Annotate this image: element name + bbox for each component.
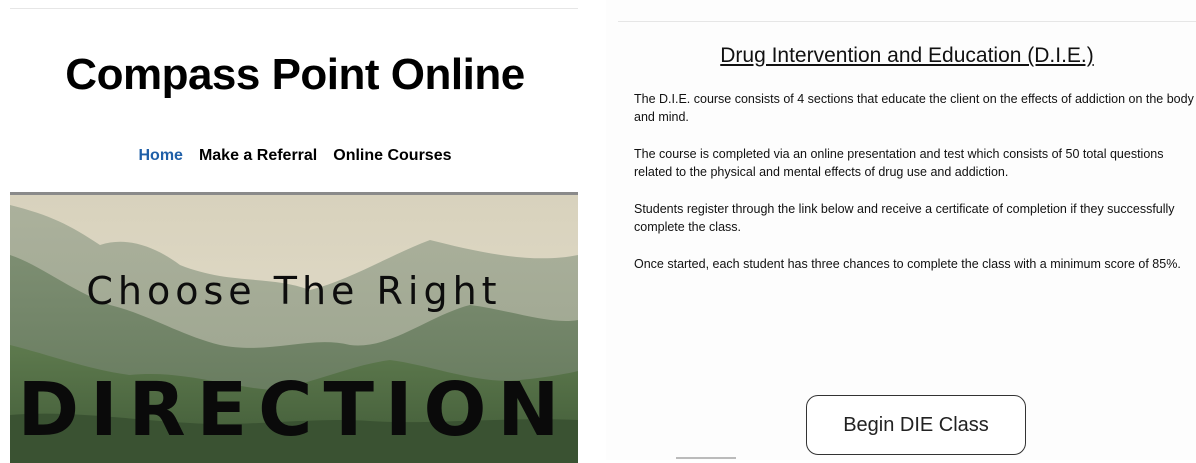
divider bbox=[10, 8, 578, 9]
hero-headline: Choose The Right bbox=[86, 269, 502, 313]
course-description: The D.I.E. course consists of 4 sections… bbox=[634, 90, 1194, 292]
nav-item-online-courses[interactable]: Online Courses bbox=[333, 147, 451, 165]
main-nav: Home Make a Referral Online Courses bbox=[0, 147, 590, 165]
begin-class-button[interactable]: Begin DIE Class bbox=[806, 395, 1026, 455]
course-paragraph: The D.I.E. course consists of 4 sections… bbox=[634, 92, 1194, 124]
course-paragraph: The course is completed via an online pr… bbox=[634, 147, 1164, 179]
divider bbox=[618, 21, 1196, 22]
nav-item-home[interactable]: Home bbox=[139, 147, 183, 165]
hero-direction-text: DIRECTION bbox=[17, 367, 571, 453]
divider bbox=[676, 457, 736, 459]
right-panel: Drug Intervention and Education (D.I.E.)… bbox=[606, 0, 1196, 460]
site-title: Compass Point Online bbox=[65, 50, 525, 99]
nav-item-make-a-referral[interactable]: Make a Referral bbox=[199, 147, 317, 165]
course-title[interactable]: Drug Intervention and Education (D.I.E.) bbox=[618, 44, 1196, 68]
hero-banner: Choose The Right DIRECTION bbox=[10, 192, 578, 463]
course-paragraph: Students register through the link below… bbox=[634, 202, 1175, 234]
left-panel: Compass Point Online Home Make a Referra… bbox=[0, 0, 590, 463]
course-paragraph: Once started, each student has three cha… bbox=[634, 257, 1181, 271]
